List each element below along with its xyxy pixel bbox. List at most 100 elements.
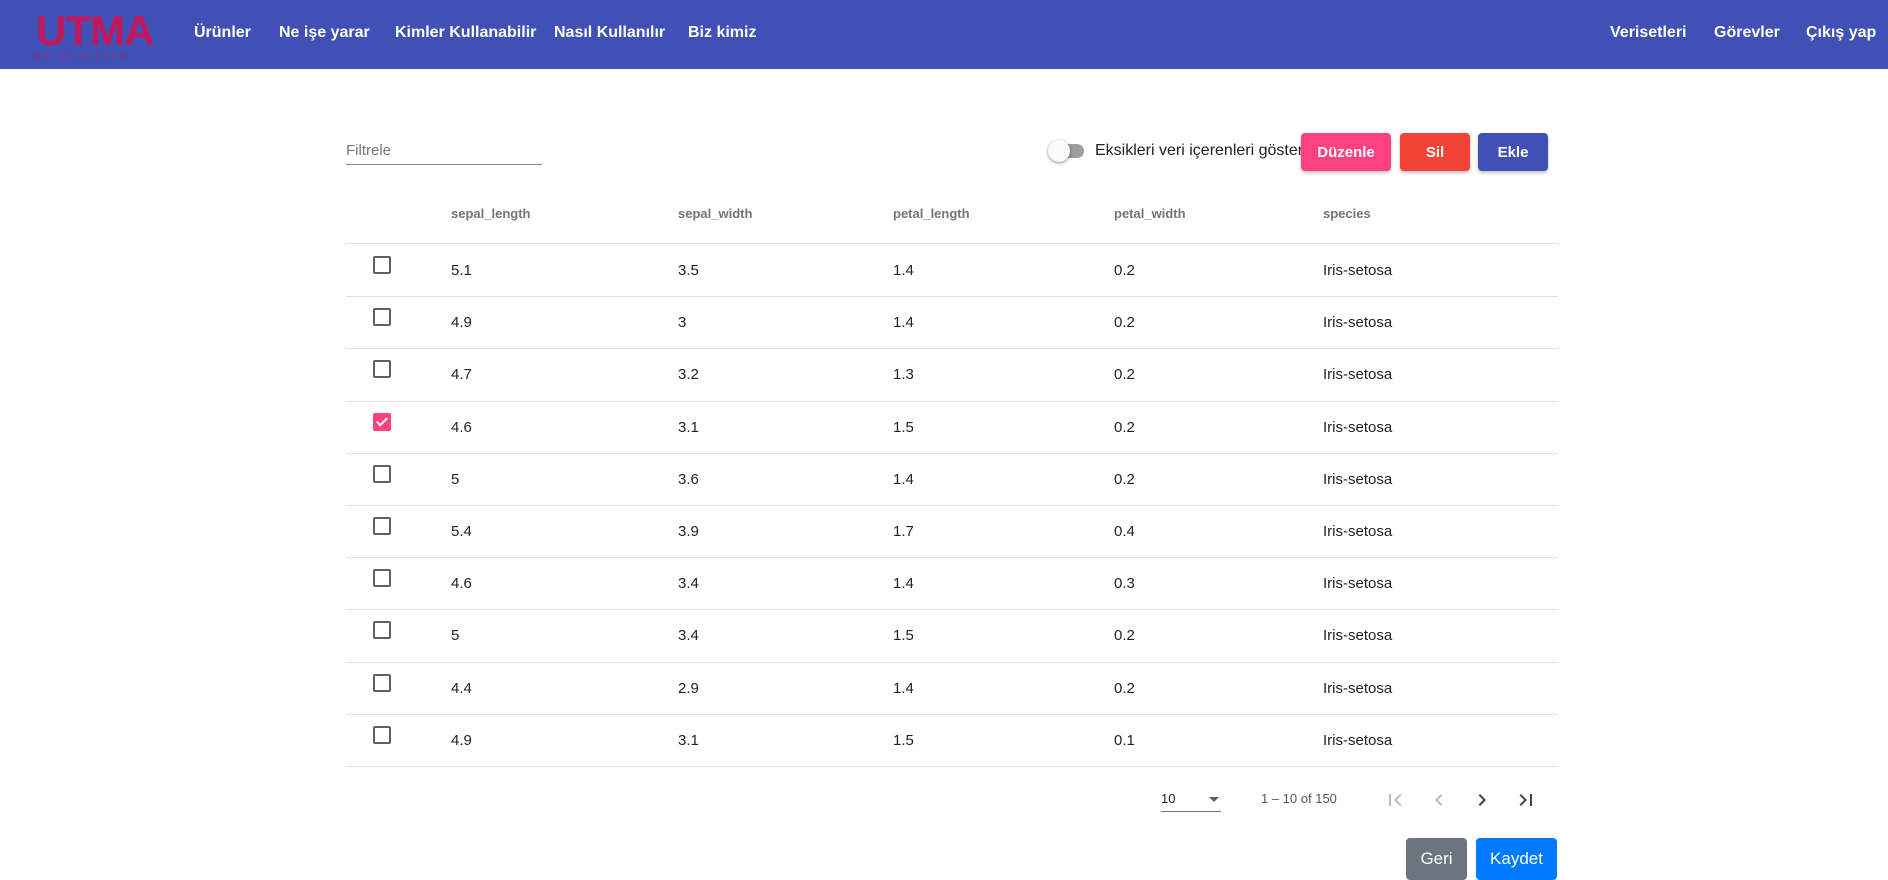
cell-sepal-length: 5 [451, 627, 460, 645]
cell-sepal-width: 3.4 [678, 627, 699, 645]
toggle-label: Eksikleri veri içerenleri göster [1095, 142, 1304, 159]
cell-sepal-length: 5.1 [451, 262, 472, 279]
cell-sepal-width: 3.6 [678, 470, 699, 488]
edit-button[interactable]: Düzenle [1301, 133, 1391, 171]
cell-petal-length: 1.4 [893, 679, 914, 697]
cell-petal-length: 1.7 [893, 523, 914, 540]
cell-species: Iris-setosa [1323, 731, 1393, 749]
cell-petal-length: 1.4 [893, 314, 914, 332]
cell-sepal-width: 3.1 [678, 418, 699, 436]
cell-petal-width: 0.4 [1114, 523, 1135, 540]
table-row[interactable]: 4.4 2.9 1.4 0.2 Iris-setosa [346, 663, 1558, 715]
cell-species: Iris-setosa [1323, 575, 1393, 593]
table-row[interactable]: 5.1 3.5 1.4 0.2 Iris-setosa [346, 245, 1558, 298]
cell-petal-width: 0.2 [1114, 262, 1135, 279]
add-button[interactable]: Ekle [1478, 133, 1548, 171]
cell-petal-width: 0.2 [1114, 627, 1135, 645]
cell-species: Iris-setosa [1323, 366, 1393, 384]
first-page-icon[interactable] [1383, 788, 1407, 812]
page-range-label: 1 – 10 of 150 [1261, 791, 1337, 806]
row-checkbox[interactable] [373, 360, 391, 379]
cell-sepal-width: 2.9 [678, 679, 699, 697]
cell-species: Iris-setosa [1323, 627, 1393, 645]
row-divider [346, 765, 1558, 767]
row-checkbox[interactable] [373, 256, 391, 274]
cell-petal-length: 1.3 [893, 366, 914, 384]
nav-nasil-kullanilir[interactable]: Nasıl Kullanılır [554, 24, 665, 42]
row-checkbox[interactable] [373, 517, 391, 535]
nav-kimler-kullanabilir[interactable]: Kimler Kullanabilir [395, 24, 536, 42]
logo-subtitle: ML Platform [34, 52, 132, 61]
cell-sepal-length: 4.9 [451, 731, 472, 749]
top-navbar: UTMA ML Platform Ürünler Ne işe yarar Ki… [0, 0, 1888, 69]
back-button[interactable]: Geri [1406, 838, 1467, 880]
table-row[interactable]: 5.4 3.9 1.7 0.4 Iris-setosa [346, 506, 1558, 559]
save-button[interactable]: Kaydet [1476, 838, 1557, 880]
last-page-icon[interactable] [1514, 788, 1538, 812]
table-row[interactable]: 4.6 3.4 1.4 0.3 Iris-setosa [346, 558, 1558, 611]
filter-input[interactable] [346, 136, 542, 165]
nav-biz-kimiz[interactable]: Biz kimiz [688, 24, 756, 42]
column-header-petal-length[interactable]: petal_length [893, 206, 970, 221]
table-row[interactable]: 5 3.4 1.5 0.2 Iris-setosa [346, 610, 1558, 663]
table-row[interactable]: 4.9 3.1 1.5 0.1 Iris-setosa [346, 715, 1558, 767]
cell-species: Iris-setosa [1323, 523, 1393, 540]
table-row[interactable]: 5 3.6 1.4 0.2 Iris-setosa [346, 454, 1558, 506]
nav-urunler[interactable]: Ürünler [194, 24, 251, 42]
brand-logo[interactable]: UTMA ML Platform [28, 6, 154, 64]
column-header-petal-width[interactable]: petal_width [1114, 206, 1186, 221]
cell-sepal-length: 5.4 [451, 523, 472, 540]
cell-sepal-length: 4.9 [451, 314, 472, 332]
cell-sepal-length: 4.4 [451, 679, 472, 697]
cell-species: Iris-setosa [1323, 418, 1393, 436]
nav-cikis-yap[interactable]: Çıkış yap [1806, 24, 1876, 42]
chevron-down-icon [1209, 797, 1219, 802]
cell-petal-width: 0.2 [1114, 418, 1135, 436]
cell-petal-width: 0.1 [1114, 731, 1135, 749]
cell-sepal-width: 3.9 [678, 523, 699, 540]
cell-sepal-width: 3 [678, 314, 687, 332]
cell-petal-length: 1.4 [893, 470, 914, 488]
row-checkbox[interactable] [373, 412, 391, 431]
cell-sepal-width: 3.4 [678, 575, 699, 593]
nav-gorevler[interactable]: Görevler [1714, 24, 1780, 42]
nav-ne-ise-yarar[interactable]: Ne işe yarar [279, 24, 370, 42]
cell-petal-length: 1.5 [893, 731, 914, 749]
row-checkbox[interactable] [373, 464, 391, 483]
header-divider [346, 243, 1558, 244]
row-checkbox[interactable] [373, 308, 391, 327]
cell-species: Iris-setosa [1323, 314, 1393, 332]
page-size-value: 10 [1161, 791, 1176, 806]
column-header-sepal-width[interactable]: sepal_width [678, 206, 752, 221]
cell-sepal-length: 5 [451, 470, 460, 488]
row-checkbox[interactable] [373, 569, 391, 588]
logo-text: UTMA [36, 7, 154, 54]
cell-petal-width: 0.3 [1114, 575, 1135, 593]
row-checkbox[interactable] [373, 621, 391, 640]
cell-petal-length: 1.5 [893, 627, 914, 645]
cell-sepal-length: 4.6 [451, 575, 472, 593]
cell-petal-length: 1.4 [893, 575, 914, 593]
table-row[interactable]: 4.9 3 1.4 0.2 Iris-setosa [346, 297, 1558, 350]
cell-sepal-width: 3.2 [678, 366, 699, 384]
next-page-icon[interactable] [1470, 788, 1494, 812]
cell-petal-width: 0.2 [1114, 366, 1135, 384]
cell-species: Iris-setosa [1323, 679, 1393, 697]
row-checkbox[interactable] [373, 673, 391, 692]
cell-petal-width: 0.2 [1114, 314, 1135, 332]
table-row[interactable]: 4.7 3.2 1.3 0.2 Iris-setosa [346, 349, 1558, 402]
column-header-species[interactable]: species [1323, 206, 1371, 221]
cell-sepal-width: 3.5 [678, 262, 699, 279]
table-row[interactable]: 4.6 3.1 1.5 0.2 Iris-setosa [346, 402, 1558, 454]
row-checkbox[interactable] [373, 725, 391, 744]
cell-species: Iris-setosa [1323, 470, 1393, 488]
cell-petal-length: 1.4 [893, 262, 914, 279]
nav-verisetleri[interactable]: Verisetleri [1610, 24, 1687, 42]
cell-sepal-length: 4.6 [451, 418, 472, 436]
page-size-select[interactable]: 10 [1161, 789, 1221, 812]
column-header-sepal-length[interactable]: sepal_length [451, 206, 530, 221]
previous-page-icon[interactable] [1427, 788, 1451, 812]
delete-button[interactable]: Sil [1400, 133, 1470, 171]
cell-sepal-length: 4.7 [451, 366, 472, 384]
missing-data-toggle[interactable] [1048, 140, 1088, 162]
